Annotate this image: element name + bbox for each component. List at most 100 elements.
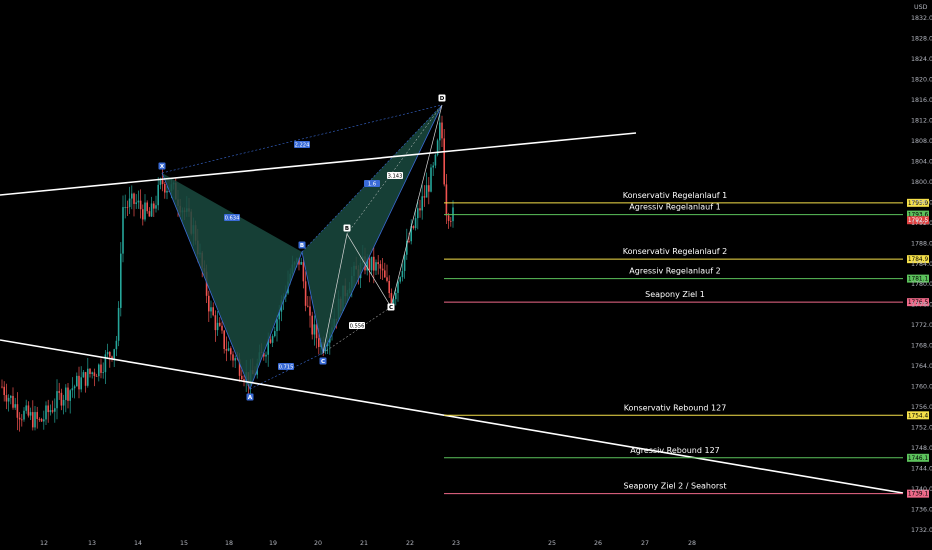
candle (401, 263, 404, 282)
svg-text:D: D (440, 96, 445, 102)
candle (403, 253, 406, 279)
candle (232, 351, 234, 368)
x-tick-label: 27 (641, 540, 649, 547)
bcd-triangle (302, 105, 442, 353)
level-label: Seapony Ziel 1 (645, 290, 705, 299)
price-chart[interactable]: 2.224 0.634 0.715 1.6 X A B C D B C 3.143 0.556 Kons… (0, 0, 932, 550)
level-label: Konservativ Rebound 127 (624, 403, 727, 412)
xab-triangle (162, 173, 302, 389)
candle (117, 301, 120, 347)
candle (82, 369, 85, 378)
candle (102, 362, 104, 379)
candle (432, 161, 434, 176)
y-tick-label: 1824.0 (911, 56, 932, 63)
y-tick-label: 1764.0 (911, 363, 932, 370)
x-tick-label: 26 (594, 540, 602, 547)
candle (146, 200, 148, 214)
candle (135, 194, 137, 209)
candle (223, 329, 225, 354)
y-tick-label: 1756.0 (911, 404, 932, 411)
pattern-point-a: A (246, 393, 254, 401)
candle (311, 311, 313, 340)
candle (23, 407, 25, 422)
pattern-ratio-label: 0.715 (278, 363, 294, 371)
candle (65, 384, 67, 413)
candle (38, 417, 41, 422)
candle (397, 280, 399, 302)
level-label: Agressiv Regelanlauf 1 (629, 203, 720, 212)
y-tick-label: 1792.0 (911, 220, 932, 227)
candle (155, 195, 157, 213)
candle (89, 368, 91, 378)
level-label: Seapony Ziel 2 / Seahorst (624, 482, 727, 491)
x-tick-label: 14 (134, 540, 142, 547)
level-line[interactable]: Agressiv Regelanlauf 1 (444, 203, 903, 216)
candle (73, 384, 76, 399)
level-line[interactable]: Agressiv Regelanlauf 2 (444, 267, 903, 280)
candle (128, 186, 131, 215)
svg-text:A: A (248, 395, 253, 401)
candle (5, 383, 8, 410)
candle (307, 296, 309, 308)
candle (126, 200, 129, 217)
level-line[interactable]: Seapony Ziel 2 / Seahorst (444, 482, 903, 495)
candle (21, 414, 23, 427)
level-line[interactable]: Konservativ Rebound 127 (444, 403, 903, 416)
candle (425, 172, 428, 198)
candle (71, 377, 74, 398)
candle (216, 310, 219, 336)
x-tick-label: 21 (360, 540, 368, 547)
time-axis: 12 13 14 15 18 19 20 21 22 23 25 26 27 28 (40, 540, 696, 547)
svg-text:0.634: 0.634 (225, 216, 241, 222)
candle (122, 195, 124, 263)
y-tick-label: 1832.0 (911, 15, 932, 22)
candle (91, 371, 93, 379)
y-tick-label: 1812.0 (911, 117, 932, 124)
candle (115, 335, 118, 357)
y-tick-label: 1796.0 (911, 199, 932, 206)
y-tick-label: 1760.0 (911, 384, 932, 391)
candle (208, 290, 210, 322)
candle (98, 363, 100, 382)
candle (120, 242, 122, 317)
candle (452, 200, 454, 228)
level-line[interactable]: Seapony Ziel 1 (444, 290, 903, 303)
candle (40, 417, 43, 423)
candle (230, 346, 232, 361)
candle (212, 302, 214, 317)
x-tick-label: 18 (225, 540, 233, 547)
candle (43, 410, 45, 430)
candle (124, 194, 126, 219)
candle (47, 399, 49, 423)
candle (445, 173, 448, 225)
pattern-point-b: B (298, 241, 306, 249)
level-label: Agressiv Rebound 127 (630, 446, 720, 455)
x-tick-label: 22 (406, 540, 414, 547)
candle (164, 181, 166, 199)
candle (3, 381, 5, 402)
svg-text:3.143: 3.143 (388, 174, 403, 180)
y-tick-label: 1744.0 (911, 466, 932, 473)
x-tick-label: 23 (452, 540, 460, 547)
level-line[interactable]: Konservativ Regelanlauf 2 (444, 247, 903, 260)
level-line[interactable]: Agressiv Rebound 127 (444, 446, 903, 459)
candle (131, 185, 133, 210)
candle (80, 366, 82, 393)
trendlines (0, 132, 904, 494)
level-line[interactable]: Konservativ Regelanlauf 1 (444, 191, 903, 204)
candle (106, 343, 109, 358)
candle (381, 257, 384, 280)
candle (265, 351, 267, 363)
lower-trendline[interactable] (0, 339, 904, 494)
candle (49, 404, 52, 416)
harmonic-pattern: 2.224 0.634 0.715 1.6 X A B C D B C 3.143 0.556 (158, 94, 446, 401)
candle (274, 326, 276, 338)
candle (58, 382, 60, 400)
y-tick-label: 1752.0 (911, 425, 932, 432)
candle (100, 358, 102, 379)
candle (412, 225, 415, 230)
candle (78, 366, 80, 399)
candle (379, 260, 382, 280)
candle (51, 400, 54, 414)
upper-trendline[interactable] (0, 132, 637, 196)
